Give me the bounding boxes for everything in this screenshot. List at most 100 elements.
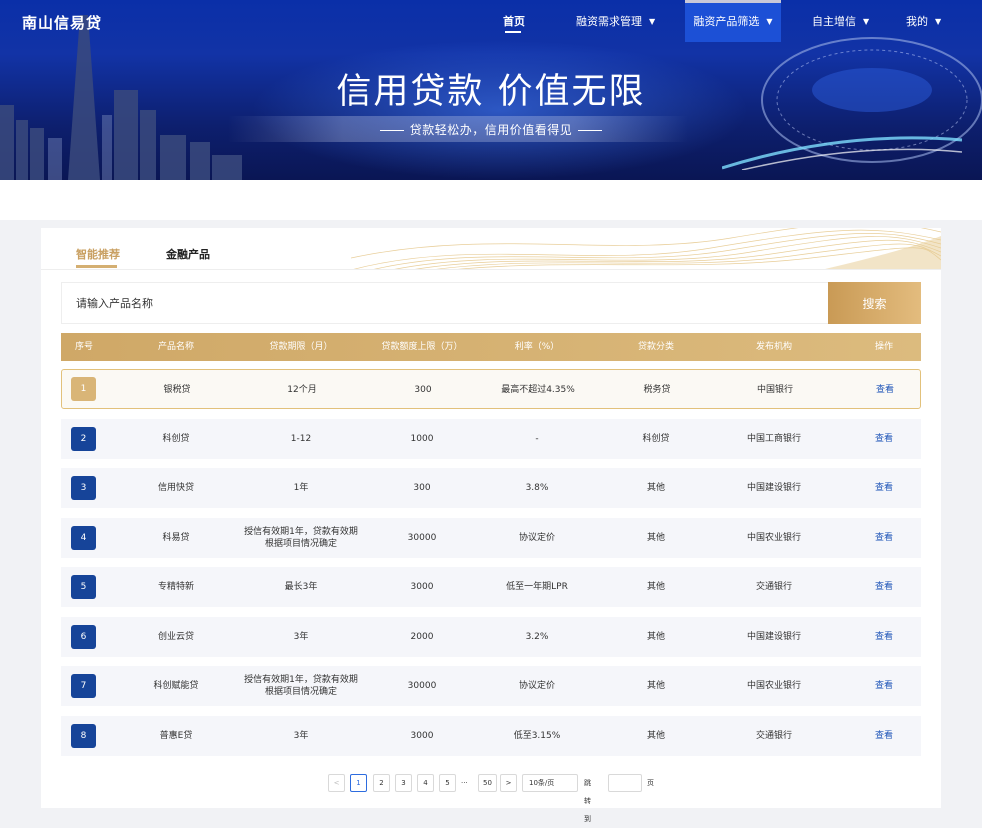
- cell-name: 信用快贷: [157, 483, 194, 493]
- nav-credit-label: 自主增信: [812, 15, 856, 28]
- caret-down-icon: ▼: [935, 17, 942, 26]
- page-1[interactable]: 1: [350, 774, 367, 792]
- view-link[interactable]: 查看: [860, 370, 910, 410]
- col-rate: 利率（%）: [514, 342, 560, 352]
- cell-rate: 低至3.15%: [513, 730, 561, 741]
- table-row[interactable]: 3 信用快贷 1年 300 3.8% 其他 中国建设银行 查看: [61, 468, 921, 508]
- nav-home-label: 首页: [503, 15, 525, 28]
- view-link[interactable]: 查看: [859, 716, 909, 756]
- cell-rate: 3.2%: [525, 631, 549, 642]
- view-link[interactable]: 查看: [859, 617, 909, 657]
- cell-limit: 300: [413, 483, 431, 493]
- cell-rate: 3.8%: [525, 483, 549, 493]
- goto-page-input[interactable]: [608, 774, 642, 792]
- dash-right: [578, 130, 603, 131]
- nav-product-filter[interactable]: 融资产品筛选 ▼: [685, 0, 781, 42]
- cell-name: 普惠E贷: [159, 730, 193, 741]
- search-input[interactable]: [62, 283, 830, 323]
- cell-term: 最长3年: [284, 582, 318, 592]
- cell-name: 科创贷: [162, 433, 190, 444]
- cell-org: 交通银行: [755, 582, 792, 592]
- cell-limit: 30000: [407, 532, 437, 543]
- caret-down-icon: ▼: [766, 17, 773, 26]
- search-bar: 搜索: [61, 282, 921, 324]
- view-link[interactable]: 查看: [859, 666, 909, 706]
- row-number-badge: 8: [71, 723, 96, 748]
- cell-name: 专精特新: [157, 582, 194, 592]
- table-row[interactable]: 6 创业云贷 3年 2000 3.2% 其他 中国建设银行 查看: [61, 616, 921, 657]
- row-number-badge: 5: [71, 575, 96, 599]
- row-number-badge: 4: [71, 525, 96, 550]
- table-row[interactable]: 5 专精特新 最长3年 3000 低至一年期LPR 其他 交通银行 查看: [61, 567, 921, 607]
- table-row[interactable]: 4 科易贷 授信有效期1年，贷款有效期根据项目情况确定 30000 协议定价 其他 中国农业…: [61, 517, 921, 558]
- table-row[interactable]: 8 普惠E贷 3年 3000 低至3.15% 其他 交通银行 查看: [61, 715, 921, 756]
- cell-limit: 1000: [410, 433, 434, 444]
- table-row[interactable]: 7 科创赋能贷 授信有效期1年，贷款有效期根据项目情况确定 30000 协议定价 其他 中国…: [61, 666, 921, 706]
- cell-category: 其他: [646, 681, 665, 691]
- cell-org: 中国农业银行: [746, 681, 801, 691]
- table-row[interactable]: 2 科创贷 1-12 1000 - 科创贷 中国工商银行 查看: [61, 418, 921, 459]
- next-page-button[interactable]: >: [500, 774, 517, 792]
- nav-mine[interactable]: 我的 ▼: [906, 0, 941, 42]
- dash-left: [379, 130, 404, 131]
- page-3[interactable]: 3: [395, 774, 412, 792]
- cell-term: 授信有效期1年，贷款有效期根据项目情况确定: [244, 526, 358, 549]
- nav-filter-label: 融资产品筛选: [693, 15, 760, 28]
- cell-term: 12个月: [287, 385, 317, 395]
- search-button[interactable]: 搜索: [828, 282, 921, 324]
- cell-limit: 30000: [407, 681, 437, 691]
- nav-self-credit[interactable]: 自主增信 ▼: [812, 0, 869, 42]
- cell-name: 银税贷: [163, 385, 191, 395]
- col-limit: 贷款额度上限（万）: [381, 342, 463, 352]
- tab-bar: 智能推荐 金融产品: [41, 228, 941, 270]
- col-term: 贷款期限（月）: [269, 342, 333, 352]
- nav-home[interactable]: 首页: [503, 0, 525, 42]
- cell-term: 3年: [293, 730, 309, 741]
- cell-limit: 2000: [410, 631, 434, 642]
- nav-mine-label: 我的: [906, 15, 928, 28]
- cell-category: 科创贷: [642, 433, 670, 444]
- cell-category: 其他: [646, 730, 665, 741]
- hero-title: 信用贷款 价值无限: [336, 72, 646, 112]
- view-link[interactable]: 查看: [859, 468, 909, 508]
- page-unit-label: 页: [647, 779, 654, 787]
- page-4[interactable]: 4: [417, 774, 434, 792]
- table-row[interactable]: 1 银税贷 12个月 300 最高不超过4.35% 税务贷 中国银行 查看: [61, 369, 921, 409]
- page-5[interactable]: 5: [439, 774, 456, 792]
- cell-org: 中国建设银行: [746, 483, 801, 493]
- table-header: 序号 产品名称 贷款期限（月） 贷款额度上限（万） 利率（%） 贷款分类 发布机…: [61, 333, 921, 361]
- cell-category: 其他: [646, 582, 665, 592]
- col-org: 发布机构: [755, 342, 793, 352]
- cell-term: 1年: [293, 483, 309, 493]
- cell-limit: 3000: [410, 730, 434, 741]
- prev-page-button[interactable]: <: [328, 774, 345, 792]
- page-size-select[interactable]: 10条/页: [522, 774, 578, 792]
- cell-term: 1-12: [290, 433, 312, 444]
- cell-category: 其他: [646, 483, 665, 493]
- row-number-badge: 6: [71, 624, 96, 649]
- cell-rate: 协议定价: [518, 681, 555, 691]
- page-50[interactable]: 50: [478, 774, 497, 792]
- col-name: 产品名称: [157, 342, 195, 352]
- goto-label: 跳转到: [584, 779, 591, 823]
- tab-financial-products[interactable]: 金融产品: [166, 246, 210, 262]
- col-action: 操作: [874, 342, 894, 352]
- view-link[interactable]: 查看: [859, 518, 909, 558]
- cell-name: 科创赋能贷: [153, 681, 199, 691]
- row-number-badge: 7: [71, 674, 96, 698]
- view-link[interactable]: 查看: [859, 567, 909, 607]
- cell-name: 创业云贷: [157, 631, 194, 642]
- row-number-badge: 2: [71, 426, 96, 451]
- cell-org: 中国农业银行: [746, 532, 801, 543]
- cell-org: 中国建设银行: [746, 631, 801, 642]
- nav-demand-management[interactable]: 融资需求管理 ▼: [576, 0, 655, 42]
- view-link[interactable]: 查看: [859, 419, 909, 459]
- product-card: 智能推荐 金融产品 搜索 序号 产品名称 贷款期限（月） 贷款额度上限（万） 利…: [41, 228, 941, 823]
- cell-org: 中国工商银行: [746, 433, 801, 444]
- divider-strip: [0, 180, 982, 220]
- page-2[interactable]: 2: [373, 774, 390, 792]
- brand-logo[interactable]: 南山信易贷: [22, 12, 102, 33]
- cell-category: 其他: [646, 631, 665, 642]
- hero-banner: 信用贷款 价值无限 贷款轻松办，信用价值看得见 南山信易贷 首页 融资需求管理 ▼…: [0, 0, 982, 180]
- tab-smart-recommend[interactable]: 智能推荐: [76, 246, 120, 268]
